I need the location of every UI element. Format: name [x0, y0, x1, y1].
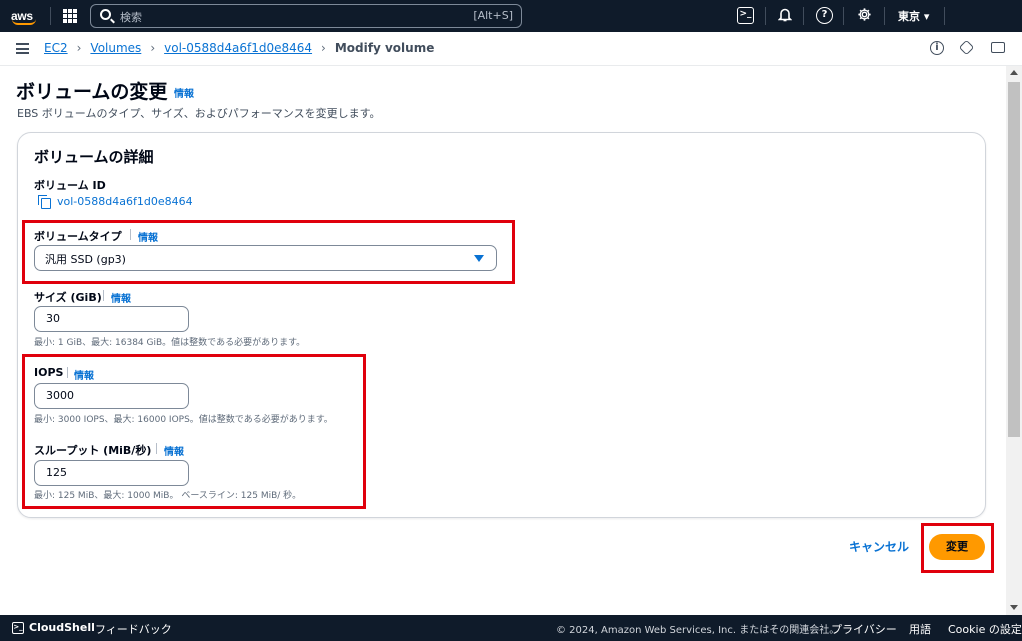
scroll-down-icon[interactable] [1010, 605, 1018, 610]
services-grid-icon[interactable] [63, 9, 77, 23]
nav-divider [765, 7, 766, 25]
help-icon[interactable]: ? [816, 7, 833, 24]
scroll-up-icon[interactable] [1010, 70, 1018, 75]
chevron-right-icon: › [76, 41, 82, 55]
label-divider [103, 290, 104, 301]
search-shortcut: [Alt+S] [473, 9, 513, 22]
breadcrumb-volume-id[interactable]: vol-0588d4a6f1d0e8464 [164, 41, 312, 55]
feedback-panel-icon[interactable] [991, 42, 1005, 53]
cancel-button[interactable]: キャンセル [849, 538, 909, 555]
volume-id-link[interactable]: vol-0588d4a6f1d0e8464 [57, 195, 193, 208]
footer-cloudshell-label: CloudShell [29, 621, 95, 634]
footer-privacy-link[interactable]: プライバシー [831, 621, 897, 637]
cloudshell-icon: >_ [12, 621, 24, 634]
page-title: ボリュームの変更 [16, 81, 168, 103]
bell-icon[interactable] [776, 7, 793, 24]
search-icon [100, 9, 111, 20]
info-panel-icon[interactable]: i [930, 41, 944, 55]
search-input[interactable]: 検索 [Alt+S] [90, 4, 522, 28]
page-info-link[interactable]: 情報 [174, 85, 194, 100]
search-placeholder: 検索 [120, 11, 142, 24]
nav-divider [50, 7, 51, 25]
size-label: サイズ (GiB) [34, 291, 102, 304]
volume-id-row: vol-0588d4a6f1d0e8464 [38, 195, 193, 209]
breadcrumb-ec2[interactable]: EC2 [44, 41, 68, 55]
nav-divider [884, 7, 885, 25]
footer-feedback-link[interactable]: フィードバック [95, 621, 172, 637]
breadcrumb-volumes[interactable]: Volumes [90, 41, 141, 55]
nav-divider [944, 7, 945, 25]
menu-icon[interactable] [16, 43, 29, 54]
panel-title: ボリュームの詳細 [34, 148, 154, 166]
chevron-right-icon: › [321, 41, 326, 55]
chevron-right-icon: › [150, 41, 156, 55]
modify-button-highlight [921, 523, 994, 573]
nav-divider [843, 7, 844, 25]
aws-smile-icon [12, 19, 36, 25]
footer-cookie-link[interactable]: Cookie の設定 [948, 621, 1022, 637]
size-info-link[interactable]: 情報 [111, 290, 131, 305]
nav-divider [803, 7, 804, 25]
gear-icon[interactable] [856, 7, 873, 24]
volume-id-label: ボリューム ID [34, 179, 106, 192]
top-navigation: aws 検索 [Alt+S] >_ ? 東京 ▾ [0, 0, 1022, 32]
footer: >_ CloudShell フィードバック © 2024, Amazon Web… [0, 615, 1022, 641]
breadcrumb: EC2 › Volumes › vol-0588d4a6f1d0e8464 › … [44, 41, 434, 55]
performance-highlight [22, 354, 366, 509]
aws-logo[interactable]: aws [11, 5, 39, 27]
breadcrumb-current: Modify volume [334, 41, 435, 55]
footer-cloudshell-button[interactable]: >_ CloudShell [12, 621, 95, 634]
page-description: EBS ボリュームのタイプ、サイズ、およびパフォーマンスを変更します。 [17, 107, 381, 120]
footer-terms-link[interactable]: 用語 [909, 621, 931, 637]
cloudshell-icon[interactable]: >_ [737, 7, 754, 24]
volume-type-highlight [22, 220, 515, 284]
breadcrumb-bar: EC2 › Volumes › vol-0588d4a6f1d0e8464 › … [0, 32, 1022, 66]
size-input[interactable]: 30 [34, 306, 189, 332]
scrollbar-thumb[interactable] [1008, 82, 1020, 437]
copy-icon[interactable] [38, 195, 51, 209]
size-hint: 最小: 1 GiB、最大: 16384 GiB。値は整数である必要があります。 [34, 338, 306, 348]
footer-copyright: © 2024, Amazon Web Services, Inc. またはその関… [556, 625, 840, 636]
region-selector[interactable]: 東京 ▾ [898, 8, 929, 24]
